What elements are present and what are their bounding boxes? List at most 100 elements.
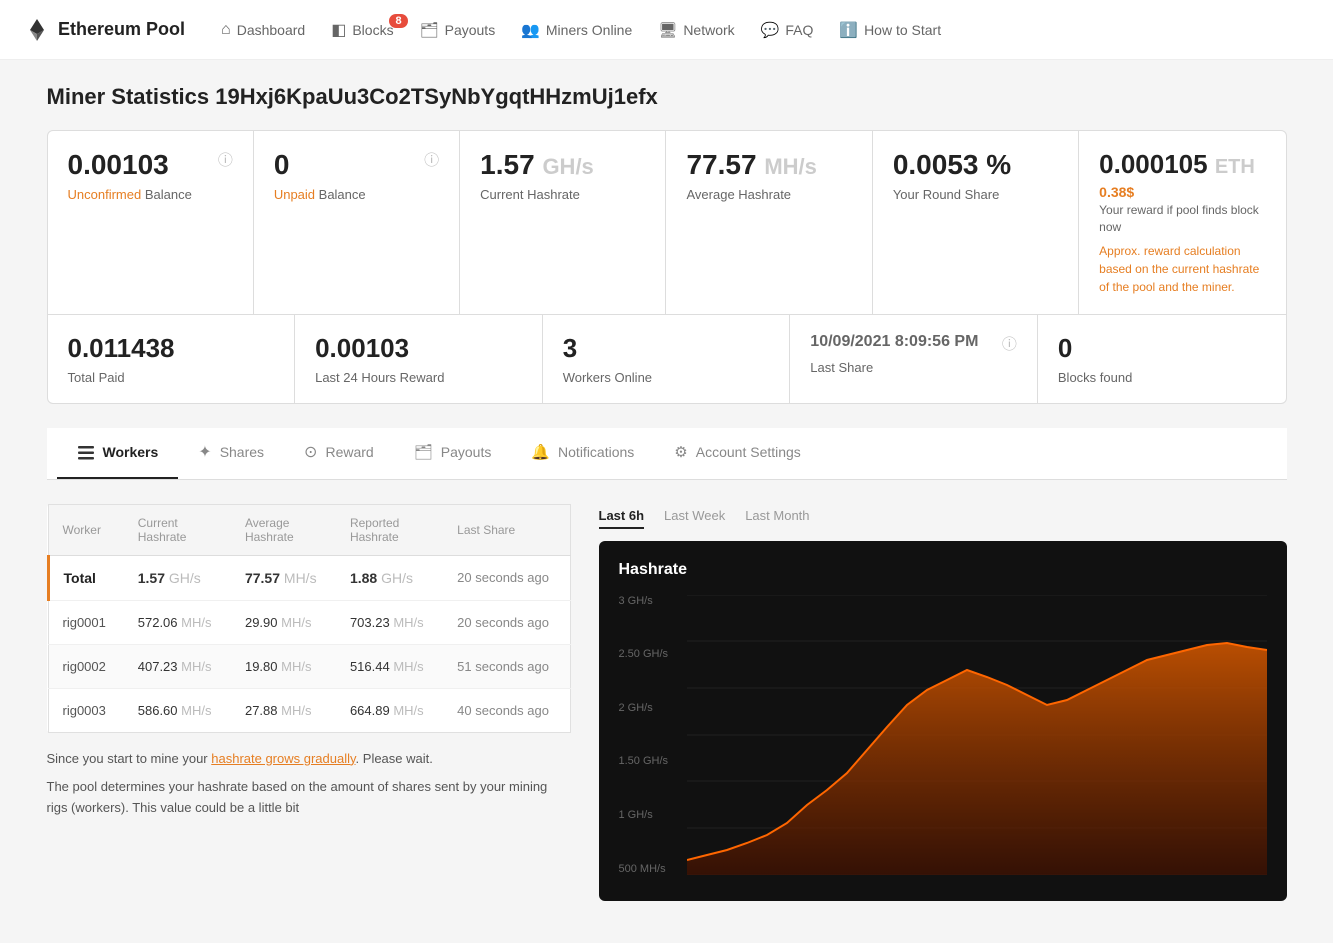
nav-dashboard-label: Dashboard (237, 22, 306, 38)
last-share-value: 10/09/2021 8:09:56 PM (810, 333, 978, 351)
hashrate-link[interactable]: hashrate grows gradually (211, 751, 355, 766)
unconfirmed-balance-label: Unconfirmed Balance (68, 187, 233, 202)
rig0001-current: 572.06 MH/s (124, 600, 231, 644)
tab-reward-label: Reward (325, 444, 373, 460)
nav-item-blocks[interactable]: ◧ Blocks 8 (319, 12, 405, 48)
last-24h-label: Last 24 Hours Reward (315, 370, 522, 385)
total-paid-label: Total Paid (68, 370, 275, 385)
main-nav: ⌂ Dashboard ◧ Blocks 8 🗂 Payouts 👥 Miner… (209, 12, 953, 48)
stat-average-hashrate: 77.57 MH/s Average Hashrate (666, 131, 872, 314)
hashrate-chart-svg (687, 595, 1267, 875)
total-current-hashrate: 1.57 GH/s (124, 555, 231, 600)
stat-workers-online: 3 Workers Online (543, 315, 791, 403)
dashboard-icon: ⌂ (221, 21, 231, 39)
blocks-icon: ◧ (331, 20, 346, 40)
tab-account-settings[interactable]: ⚙ Account Settings (654, 429, 821, 477)
nav-item-how-to-start[interactable]: ℹ️ How to Start (827, 13, 953, 47)
chart-container: Hashrate 3 GH/s 2.50 GH/s 2 GH/s 1.50 GH… (599, 541, 1287, 901)
nav-item-network[interactable]: 🖥 Network (646, 13, 746, 47)
footnote-1: Since you start to mine your hashrate gr… (47, 749, 571, 770)
table-row-rig0001: rig0001 572.06 MH/s 29.90 MH/s 703.23 MH… (48, 600, 570, 644)
miners-online-icon: 👥 (521, 21, 540, 39)
average-hashrate-label: Average Hashrate (686, 187, 851, 202)
workers-online-value: 3 (563, 333, 770, 364)
rig0002-last-share: 51 seconds ago (443, 644, 570, 688)
stat-reward: 0.000105 ETH 0.38$ Your reward if pool f… (1079, 131, 1285, 314)
y-label-3: 2 GH/s (619, 702, 687, 714)
col-reported-hashrate: ReportedHashrate (336, 504, 443, 555)
account-settings-tab-icon: ⚙ (674, 443, 687, 461)
total-last-share: 20 seconds ago (443, 555, 570, 600)
info-icon-last-share[interactable]: ⓘ (1002, 333, 1017, 354)
info-icon-unconfirmed[interactable]: ⓘ (218, 149, 233, 170)
rig0001-last-share: 20 seconds ago (443, 600, 570, 644)
notifications-tab-icon: 🔔 (531, 443, 550, 461)
page-title: Miner Statistics 19Hxj6KpaUu3Co2TSyNbYgq… (47, 84, 1287, 110)
rig0001-name: rig0001 (48, 600, 124, 644)
col-average-hashrate: AverageHashrate (231, 504, 336, 555)
unconfirmed-balance-value: 0.00103 (68, 149, 169, 181)
rig0003-current: 586.60 MH/s (124, 688, 231, 732)
col-worker: Worker (48, 504, 124, 555)
reward-sub: 0.38$ (1099, 184, 1265, 200)
tab-shares[interactable]: ✦ Shares (178, 428, 284, 478)
col-last-share: Last Share (443, 504, 570, 555)
payouts-tab-icon: 🗂 (414, 443, 433, 461)
average-hashrate-value: 77.57 MH/s (686, 149, 851, 181)
nav-item-miners-online[interactable]: 👥 Miners Online (509, 13, 644, 47)
table-row-rig0002: rig0002 407.23 MH/s 19.80 MH/s 516.44 MH… (48, 644, 570, 688)
current-hashrate-label: Current Hashrate (480, 187, 645, 202)
tab-workers[interactable]: Workers (57, 428, 179, 479)
nav-item-payouts[interactable]: 🗂 Payouts (408, 13, 508, 47)
rig0002-average: 19.80 MH/s (231, 644, 336, 688)
reward-value: 0.000105 ETH (1099, 149, 1265, 180)
reward-tab-icon: ⊙ (304, 442, 317, 462)
eth-logo-icon (24, 17, 50, 43)
blocks-badge: 8 (389, 14, 407, 28)
workers-table: Worker CurrentHashrate AverageHashrate R… (47, 504, 571, 733)
tab-payouts[interactable]: 🗂 Payouts (394, 429, 512, 477)
tab-workers-label: Workers (103, 444, 159, 460)
stat-current-hashrate: 1.57 GH/s Current Hashrate (460, 131, 666, 314)
footnote-2: The pool determines your hashrate based … (47, 777, 571, 819)
tab-shares-label: Shares (220, 444, 264, 460)
rig0001-average: 29.90 MH/s (231, 600, 336, 644)
left-panel: Worker CurrentHashrate AverageHashrate R… (47, 504, 571, 901)
tab-account-settings-label: Account Settings (696, 444, 801, 460)
chart-area: 3 GH/s 2.50 GH/s 2 GH/s 1.50 GH/s 1 GH/s… (619, 595, 1267, 875)
nav-item-faq[interactable]: 💬 FAQ (749, 13, 826, 47)
stat-total-paid: 0.011438 Total Paid (48, 315, 296, 403)
tab-notifications-label: Notifications (558, 444, 634, 460)
y-label-5: 1 GH/s (619, 809, 687, 821)
tab-notifications[interactable]: 🔔 Notifications (511, 429, 654, 477)
chart-title: Hashrate (619, 561, 1267, 579)
chart-tab-last-week[interactable]: Last Week (664, 504, 725, 529)
total-paid-value: 0.011438 (68, 333, 275, 364)
stat-last-share: 10/09/2021 8:09:56 PM ⓘ Last Share (790, 315, 1038, 403)
nav-blocks-label: Blocks (352, 22, 393, 38)
y-label-1: 3 GH/s (619, 595, 687, 607)
info-icon-unpaid[interactable]: ⓘ (424, 149, 439, 170)
col-current-hashrate: CurrentHashrate (124, 504, 231, 555)
rig0001-reported: 703.23 MH/s (336, 600, 443, 644)
blocks-found-label: Blocks found (1058, 370, 1266, 385)
nav-item-dashboard[interactable]: ⌂ Dashboard (209, 13, 317, 47)
chart-tab-last-6h[interactable]: Last 6h (599, 504, 645, 529)
how-to-start-icon: ℹ️ (839, 21, 858, 39)
tab-reward[interactable]: ⊙ Reward (284, 428, 394, 478)
stat-unpaid-balance: 0 ⓘ Unpaid Balance (254, 131, 460, 314)
rig0002-name: rig0002 (48, 644, 124, 688)
reward-approx: Approx. reward calculation based on the … (1099, 242, 1265, 296)
logo[interactable]: Ethereum Pool (24, 17, 185, 43)
unpaid-balance-label: Unpaid Balance (274, 187, 439, 202)
workers-online-label: Workers Online (563, 370, 770, 385)
unpaid-balance-value: 0 (274, 149, 290, 181)
chart-tab-last-month[interactable]: Last Month (745, 504, 809, 529)
round-share-label: Your Round Share (893, 187, 1058, 202)
right-panel: Last 6h Last Week Last Month Hashrate 3 … (599, 504, 1287, 901)
content-area: Worker CurrentHashrate AverageHashrate R… (47, 504, 1287, 901)
current-hashrate-value: 1.57 GH/s (480, 149, 645, 181)
stats-row-1: 0.00103 ⓘ Unconfirmed Balance 0 ⓘ Unpaid… (48, 131, 1286, 314)
last-24h-value: 0.00103 (315, 333, 522, 364)
table-row-rig0003: rig0003 586.60 MH/s 27.88 MH/s 664.89 MH… (48, 688, 570, 732)
